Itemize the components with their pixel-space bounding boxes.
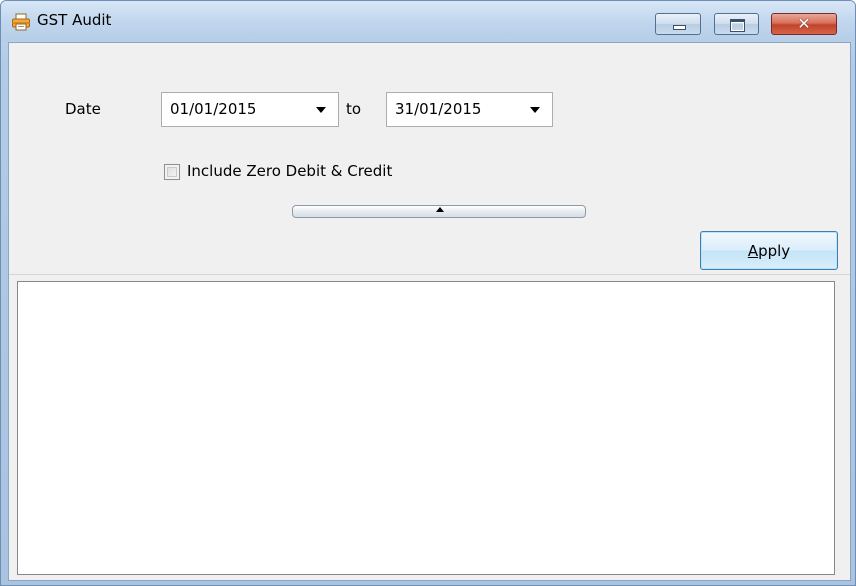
chevron-up-icon — [436, 207, 444, 212]
chevron-down-icon[interactable] — [316, 107, 326, 113]
apply-label-rest: pply — [758, 241, 791, 260]
date-from-picker[interactable]: 01/01/2015 — [161, 92, 339, 127]
results-panel[interactable] — [17, 281, 835, 575]
collapse-filter-toggle[interactable] — [292, 205, 586, 218]
close-icon: ✕ — [797, 14, 811, 33]
include-zero-label[interactable]: Include Zero Debit & Credit — [187, 162, 392, 180]
to-label: to — [346, 100, 362, 118]
date-to-picker[interactable]: 31/01/2015 — [386, 92, 553, 127]
title-bar[interactable]: GST Audit ✕ — [1, 1, 855, 41]
maximize-button[interactable] — [714, 13, 759, 35]
apply-mnemonic: A — [747, 241, 759, 260]
dialog-client-area: Date 01/01/2015 to 31/01/2015 Include Ze… — [8, 42, 851, 581]
close-button[interactable]: ✕ — [771, 13, 837, 35]
date-label: Date — [65, 100, 101, 118]
gst-audit-window: GST Audit ✕ Date 01/01/2015 to 31/01/201… — [0, 0, 856, 586]
include-zero-checkbox[interactable] — [164, 164, 180, 180]
maximize-icon — [730, 19, 745, 32]
chevron-down-icon[interactable] — [530, 107, 540, 113]
date-from-value: 01/01/2015 — [170, 100, 257, 118]
minimize-button[interactable] — [655, 13, 701, 35]
minimize-icon — [673, 25, 686, 30]
printer-icon — [11, 12, 31, 32]
window-title: GST Audit — [37, 11, 112, 29]
date-to-value: 31/01/2015 — [395, 100, 482, 118]
apply-button[interactable]: Apply — [700, 231, 838, 270]
filter-divider — [9, 274, 850, 275]
